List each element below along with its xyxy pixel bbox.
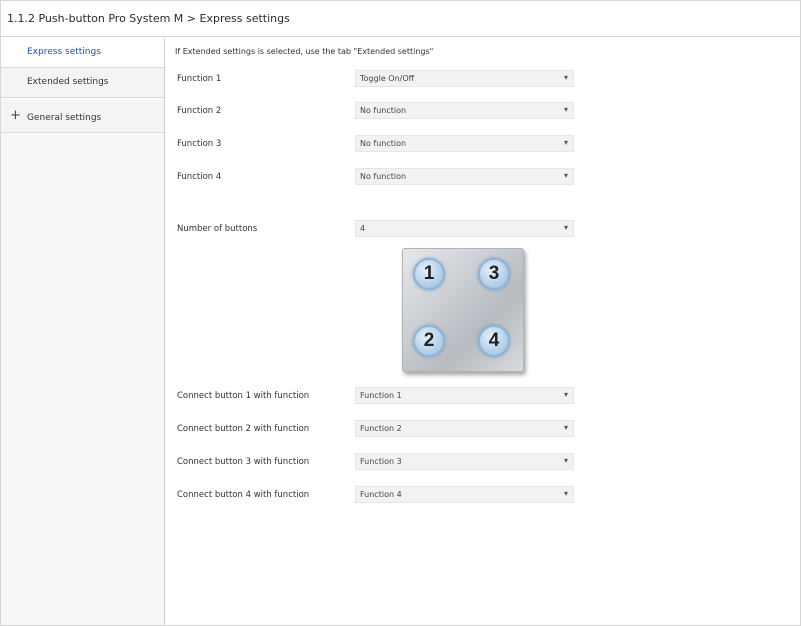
number-of-buttons-label: Number of buttons: [177, 224, 258, 234]
chevron-down-icon[interactable]: ▾: [564, 138, 568, 147]
chevron-down-icon[interactable]: ▾: [564, 73, 568, 82]
function-4-label: Function 4: [177, 172, 222, 182]
title-bar: 1.1.2 Push-button Pro System M > Express…: [1, 1, 800, 37]
connect-button-3-label: Connect button 3 with function: [177, 457, 310, 467]
connect-button-1-label: Connect button 1 with function: [177, 391, 310, 401]
dropdown-value: Function 2: [360, 424, 402, 433]
dropdown-value: 4: [360, 224, 366, 233]
connect-button-3-dropdown[interactable]: Function 3 ▾: [355, 453, 574, 470]
dropdown-value: No function: [360, 172, 407, 181]
info-text: If Extended settings is selected, use th…: [175, 47, 434, 56]
application-window: 1.1.2 Push-button Pro System M > Express…: [0, 0, 801, 626]
chevron-down-icon[interactable]: ▾: [564, 456, 568, 465]
function-3-dropdown[interactable]: No function ▾: [355, 135, 574, 152]
panel-button-4: 4: [478, 325, 510, 357]
dropdown-value: Function 1: [360, 391, 402, 400]
chevron-down-icon[interactable]: ▾: [564, 105, 568, 114]
chevron-down-icon[interactable]: ▾: [564, 223, 568, 232]
connect-button-4-dropdown[interactable]: Function 4 ▾: [355, 486, 574, 503]
chevron-down-icon[interactable]: ▾: [564, 423, 568, 432]
panel-button-3: 3: [478, 258, 510, 290]
chevron-down-icon[interactable]: ▾: [564, 489, 568, 498]
connect-button-2-dropdown[interactable]: Function 2 ▾: [355, 420, 574, 437]
page-title: 1.1.2 Push-button Pro System M > Express…: [7, 12, 290, 25]
sidebar-item-express-settings[interactable]: Express settings: [1, 38, 164, 68]
function-4-dropdown[interactable]: No function ▾: [355, 168, 574, 185]
dropdown-value: No function: [360, 106, 407, 115]
connect-button-1-dropdown[interactable]: Function 1 ▾: [355, 387, 574, 404]
dropdown-value: Function 3: [360, 457, 402, 466]
dropdown-value: Toggle On/Off: [360, 74, 415, 83]
function-1-dropdown[interactable]: Toggle On/Off ▾: [355, 70, 574, 87]
chevron-down-icon[interactable]: ▾: [564, 390, 568, 399]
connect-button-2-label: Connect button 2 with function: [177, 424, 310, 434]
expand-plus-icon[interactable]: +: [10, 108, 21, 123]
panel-button-1: 1: [413, 258, 445, 290]
function-2-dropdown[interactable]: No function ▾: [355, 102, 574, 119]
connect-button-4-label: Connect button 4 with function: [177, 490, 310, 500]
sidebar-item-label: General settings: [27, 113, 102, 123]
dropdown-value: Function 4: [360, 490, 402, 499]
settings-panel: If Extended settings is selected, use th…: [166, 38, 800, 625]
sidebar-item-general-settings[interactable]: + General settings: [1, 102, 164, 133]
function-2-label: Function 2: [177, 106, 222, 116]
sidebar-item-label: Express settings: [27, 47, 101, 57]
push-button-panel-image: 1 3 2 4: [402, 248, 524, 372]
chevron-down-icon[interactable]: ▾: [564, 171, 568, 180]
dropdown-value: No function: [360, 139, 407, 148]
panel-button-2: 2: [413, 325, 445, 357]
function-1-label: Function 1: [177, 74, 222, 84]
number-of-buttons-dropdown[interactable]: 4 ▾: [355, 220, 574, 237]
function-3-label: Function 3: [177, 139, 222, 149]
sidebar-item-extended-settings[interactable]: Extended settings: [1, 68, 164, 98]
sidebar: Express settings Extended settings + Gen…: [1, 38, 165, 625]
sidebar-item-label: Extended settings: [27, 77, 109, 87]
